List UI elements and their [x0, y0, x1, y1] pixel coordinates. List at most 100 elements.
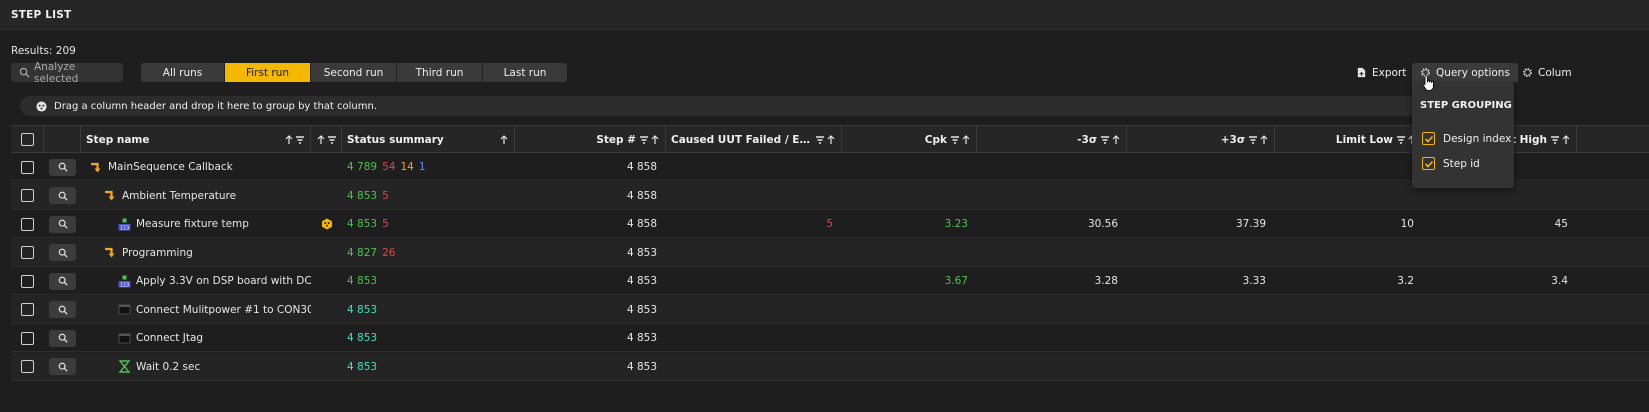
table-row[interactable]: 123 Measure fixture temp 4 853 5 4 858 5 3.23 3…	[11, 210, 1649, 238]
numeric-limit-icon: 123	[118, 275, 131, 288]
column-header-caused-uut[interactable]: Caused UUT Failed / Error /...	[666, 126, 842, 153]
action-icon	[118, 332, 131, 345]
group-by-drop-zone[interactable]: Drag a column header and drop it here to…	[20, 96, 1420, 116]
table-row[interactable]: Ambient Temperature 4 853 5 4 858	[11, 181, 1649, 210]
tab-all-runs[interactable]: All runs	[141, 63, 225, 82]
caused-uut-cell	[666, 239, 842, 267]
filter-icon[interactable]	[1100, 135, 1110, 145]
column-header-step-number-label: Step #	[596, 133, 636, 146]
table-row[interactable]: Wait 0.2 sec 4 853 4 853	[11, 352, 1649, 381]
minus-3-sigma-cell	[977, 296, 1127, 324]
tab-last-run[interactable]: Last run	[483, 63, 567, 82]
column-header-minus-3-sigma[interactable]: -3σ	[977, 126, 1127, 153]
table-row[interactable]: 123 Apply 3.3V on DSP board with DC ... 4 …	[11, 267, 1649, 295]
table-row[interactable]: Connect Jtag 4 853 4 853	[11, 324, 1649, 352]
option-step-id[interactable]: Step id	[1422, 157, 1480, 170]
plus-3-sigma-cell	[1127, 353, 1275, 381]
cpk-cell	[842, 296, 977, 324]
sort-arrow-icon[interactable]	[961, 134, 971, 145]
option-design-index[interactable]: Design index	[1422, 132, 1511, 145]
limit-high-cell	[1423, 296, 1577, 324]
column-header-cpk[interactable]: Cpk	[842, 126, 977, 153]
row-select-cell	[11, 239, 44, 267]
design-index-checkbox[interactable]	[1422, 132, 1435, 145]
status-summary-cell: 4 853	[342, 353, 515, 381]
step-id-checkbox[interactable]	[1422, 157, 1435, 170]
table-row[interactable]: MainSequence Callback 4 789 54 14 1 4 858	[11, 153, 1649, 181]
step-name: Programming	[122, 246, 193, 259]
search-icon	[58, 362, 68, 372]
row-checkbox[interactable]	[21, 189, 34, 202]
row-analyze-button[interactable]	[49, 215, 76, 233]
filter-icon[interactable]	[1550, 135, 1560, 145]
row-checkbox[interactable]	[21, 160, 34, 174]
sort-arrow-icon[interactable]	[499, 134, 509, 145]
column-header-status-summary[interactable]: Status summary	[342, 126, 515, 153]
filter-icon[interactable]	[1248, 135, 1258, 145]
row-analyze-button[interactable]	[49, 329, 76, 347]
column-header-plus-3-sigma[interactable]: +3σ	[1127, 126, 1275, 153]
filter-icon[interactable]	[815, 135, 825, 145]
panel-title: STEP LIST	[11, 9, 72, 21]
row-checkbox[interactable]	[21, 360, 34, 373]
export-button[interactable]: Export	[1356, 63, 1406, 82]
row-analyze-cell	[44, 239, 81, 267]
tab-first-run[interactable]: First run	[225, 63, 311, 82]
row-checkbox[interactable]	[21, 246, 34, 259]
step-number-cell: 4 858	[626, 161, 657, 173]
filter-icon[interactable]	[327, 135, 337, 145]
column-header-limit-low[interactable]: Limit Low	[1275, 126, 1423, 153]
alert-cell	[311, 210, 342, 238]
tab-third-run[interactable]: Third run	[397, 63, 483, 82]
row-analyze-button[interactable]	[49, 272, 76, 290]
plus-3-sigma-cell	[1127, 296, 1275, 324]
sort-arrow-icon[interactable]	[1259, 134, 1269, 145]
filter-icon[interactable]	[950, 135, 960, 145]
row-checkbox[interactable]	[21, 217, 34, 231]
search-icon	[58, 219, 68, 229]
row-analyze-button[interactable]	[49, 158, 76, 176]
table-row[interactable]: Connect Mulitpower #1 to CON30... 4 853 4 …	[11, 295, 1649, 324]
alert-cell	[311, 153, 342, 181]
row-checkbox[interactable]	[21, 274, 34, 288]
table-row[interactable]: Programming 4 827 26 4 853	[11, 238, 1649, 267]
plus-3-sigma-cell: 3.33	[1242, 275, 1266, 287]
filter-icon[interactable]	[295, 135, 305, 145]
filter-icon[interactable]	[1396, 135, 1406, 145]
design-index-label: Design index	[1443, 132, 1512, 145]
hand-cursor-icon	[1422, 75, 1434, 91]
minus-3-sigma-cell: 3.28	[1094, 275, 1118, 287]
limit-low-cell	[1275, 153, 1423, 181]
group-by-hint: Drag a column header and drop it here to…	[54, 100, 377, 112]
row-analyze-button[interactable]	[49, 358, 76, 375]
sort-arrow-icon[interactable]	[1111, 134, 1121, 145]
row-analyze-button[interactable]	[49, 187, 76, 204]
sort-arrow-icon[interactable]	[316, 134, 326, 145]
sort-arrow-icon[interactable]	[826, 134, 836, 145]
row-analyze-button[interactable]	[49, 301, 76, 318]
column-header-step-number[interactable]: Step #	[515, 126, 666, 153]
caused-uut-cell	[666, 296, 842, 324]
column-header-alert[interactable]	[311, 126, 342, 153]
cpk-cell	[842, 239, 977, 267]
tab-second-run[interactable]: Second run	[311, 63, 397, 82]
column-header-step-name[interactable]: Step name	[81, 126, 311, 153]
analyze-selected-label: Analyze selected	[34, 60, 79, 85]
sort-arrow-icon[interactable]	[1561, 134, 1571, 145]
analyze-selected-button[interactable]: Analyze selected	[11, 60, 123, 85]
row-analyze-button[interactable]	[49, 244, 76, 261]
row-checkbox[interactable]	[21, 331, 34, 345]
columns-button[interactable]: Colum	[1522, 63, 1572, 82]
sort-arrow-icon[interactable]	[650, 134, 660, 145]
warning-badge-icon	[321, 218, 332, 230]
limit-low-cell	[1275, 239, 1423, 267]
filter-icon[interactable]	[639, 135, 649, 145]
cpk-cell	[842, 182, 977, 210]
row-checkbox[interactable]	[21, 303, 34, 316]
sort-arrow-icon[interactable]	[284, 134, 294, 145]
alert-cell	[311, 296, 342, 324]
caused-uut-cell	[666, 182, 842, 210]
caused-uut-cell	[666, 267, 842, 295]
group-icon	[36, 100, 47, 112]
select-all-checkbox[interactable]	[20, 133, 34, 146]
